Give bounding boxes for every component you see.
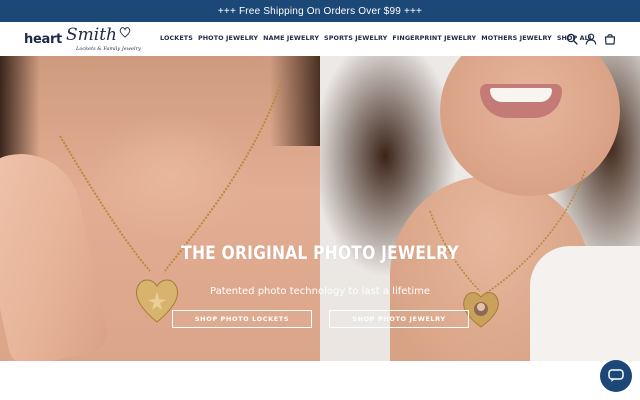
- site-header: heart Smith Lockets & Family Jewelry LOC…: [0, 22, 640, 56]
- hero-title: THE ORIGINAL PHOTO JEWELRY: [181, 242, 459, 264]
- nav-item-name-jewelry[interactable]: NAME JEWELRY: [263, 34, 319, 42]
- logo-heart-swirl-icon: [119, 27, 131, 38]
- announcement-text: +++ Free Shipping On Orders Over $99 +++: [217, 5, 423, 17]
- search-icon[interactable]: [566, 32, 578, 45]
- main-nav: LOCKETS PHOTO JEWELRY NAME JEWELRY SPORT…: [160, 34, 593, 42]
- logo-word-heart: heart: [24, 32, 62, 47]
- nav-item-sports-jewelry[interactable]: SPORTS JEWELRY: [324, 34, 387, 42]
- hero-subtitle: Patented photo technology to last a life…: [209, 286, 430, 297]
- chat-icon: [608, 369, 624, 382]
- nav-item-photo-jewelry[interactable]: PHOTO JEWELRY: [198, 34, 258, 42]
- logo-tagline: Lockets & Family Jewelry: [76, 46, 141, 52]
- nav-item-mothers-jewelry[interactable]: MOTHERS JEWELRY: [481, 34, 552, 42]
- nav-item-fingerprint-jewelry[interactable]: FINGERPRINT JEWELRY: [392, 34, 476, 42]
- hero-banner: THE ORIGINAL PHOTO JEWELRY Patented phot…: [0, 56, 640, 361]
- shop-photo-jewelry-button[interactable]: SHOP PHOTO JEWELRY: [329, 310, 469, 328]
- heartsmith-logo[interactable]: heart Smith Lockets & Family Jewelry: [24, 23, 141, 55]
- cart-icon[interactable]: [604, 32, 616, 45]
- nav-item-lockets[interactable]: LOCKETS: [160, 34, 193, 42]
- chat-button[interactable]: [600, 360, 632, 392]
- shop-photo-lockets-button[interactable]: SHOP PHOTO LOCKETS: [172, 310, 312, 328]
- necklace-illustration: [59, 85, 586, 328]
- account-icon[interactable]: [585, 32, 597, 45]
- header-icons: [566, 32, 616, 45]
- logo-word-smith: Smith: [66, 25, 117, 45]
- announcement-bar: +++ Free Shipping On Orders Over $99 +++: [0, 0, 640, 22]
